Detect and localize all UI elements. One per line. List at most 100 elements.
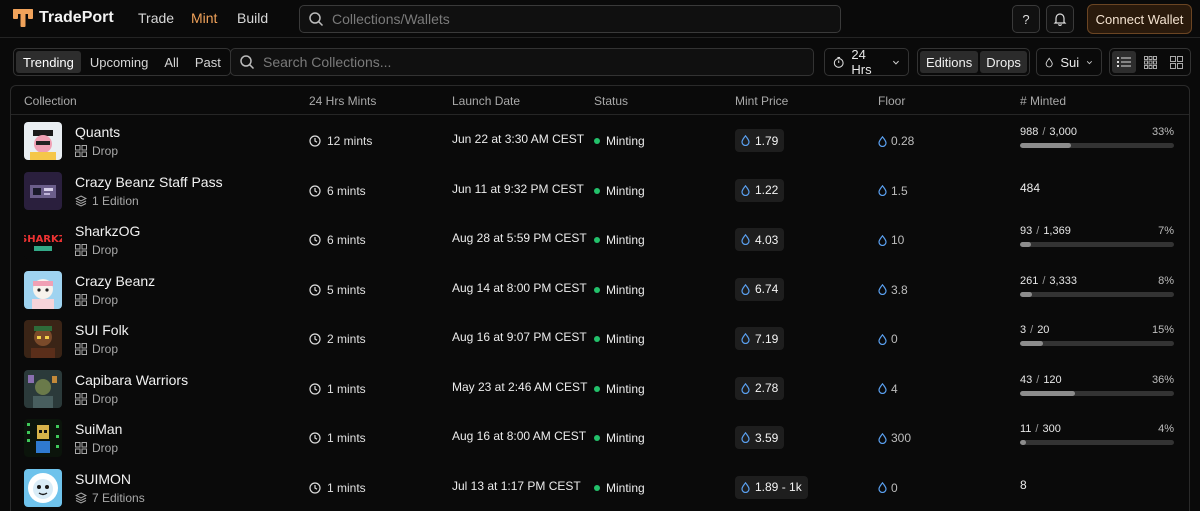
mints-24h-label: 2 mints bbox=[327, 332, 366, 346]
minted-percent: 15% bbox=[1151, 324, 1174, 336]
collection-name[interactable]: Crazy Beanz Staff Pass bbox=[75, 174, 223, 190]
sui-icon bbox=[878, 383, 887, 394]
minted-count: 261 bbox=[1020, 274, 1039, 287]
clock-icon bbox=[309, 432, 321, 444]
collection-name[interactable]: SuiMan bbox=[75, 421, 122, 437]
collection-type: 7 Editions bbox=[75, 491, 145, 505]
status-dot bbox=[594, 138, 600, 144]
mints-24h: 1 mints bbox=[309, 382, 366, 396]
floor-price: 3.8 bbox=[878, 283, 908, 297]
status-badge: Minting bbox=[594, 481, 645, 495]
sui-icon bbox=[878, 185, 887, 196]
nav-trade[interactable]: Trade bbox=[138, 10, 174, 26]
launch-date: Jul 13 at 1:17 PM CEST bbox=[452, 478, 581, 493]
table-row[interactable]: Crazy Beanz Drop 5 mints Aug 14 at 8:00 PM … bbox=[11, 265, 1189, 315]
floor-price-value: 4 bbox=[891, 381, 898, 396]
floor-price: 0 bbox=[878, 332, 898, 346]
top-nav: TradePort Trade Mint Build ? Connect Wal… bbox=[0, 0, 1200, 38]
header-minted[interactable]: # Minted bbox=[1020, 94, 1066, 108]
collection-search[interactable] bbox=[230, 48, 814, 76]
sui-icon bbox=[741, 283, 750, 295]
collection-name[interactable]: SharkzOG bbox=[75, 223, 140, 239]
header-price[interactable]: Mint Price bbox=[735, 94, 788, 108]
editions-toggle[interactable]: Editions bbox=[920, 51, 979, 73]
floor-price-value: 1.5 bbox=[891, 183, 908, 198]
minted-progress-fill bbox=[1020, 440, 1027, 445]
tab-all[interactable]: All bbox=[157, 51, 185, 73]
status-badge: Minting bbox=[594, 382, 645, 396]
table-row[interactable]: SuiMan Drop 1 mints Aug 16 at 8:00 AM CEST M… bbox=[11, 413, 1189, 463]
drops-toggle[interactable]: Drops bbox=[980, 51, 1027, 73]
tradeport-logo-icon bbox=[13, 9, 33, 27]
status-dot bbox=[594, 385, 600, 392]
mint-price: 6.74 bbox=[735, 277, 785, 301]
sui-icon bbox=[878, 135, 887, 147]
collection-thumbnail[interactable] bbox=[24, 419, 62, 457]
minted-progress-text: 261/3,333 bbox=[1020, 275, 1077, 287]
mints-24h-label: 1 mints bbox=[327, 480, 366, 495]
header-mints[interactable]: 24 Hrs Mints bbox=[309, 94, 376, 108]
table-row[interactable]: Capibara Warriors Drop 1 mints May 23 at 2:… bbox=[11, 364, 1189, 414]
minted-supply: 3,000 bbox=[1049, 126, 1077, 138]
large-grid-view-button[interactable] bbox=[1164, 51, 1188, 73]
grid-small-icon bbox=[1169, 55, 1183, 69]
collection-search-input[interactable] bbox=[263, 54, 743, 70]
nav-mint[interactable]: Mint bbox=[191, 10, 217, 26]
list-view-button[interactable] bbox=[1112, 51, 1136, 73]
grid-view-button[interactable] bbox=[1138, 51, 1162, 73]
mint-price-value: 6.74 bbox=[755, 282, 779, 296]
tab-past[interactable]: Past bbox=[188, 51, 228, 73]
collection-thumbnail[interactable] bbox=[24, 270, 62, 309]
search-icon bbox=[309, 12, 324, 27]
timeframe-dropdown[interactable]: 24 Hrs bbox=[824, 47, 909, 77]
collection-thumbnail[interactable] bbox=[24, 171, 62, 210]
global-search-input[interactable] bbox=[332, 11, 812, 27]
minted-progress-text: 988/3,000 bbox=[1020, 126, 1077, 138]
status-dot bbox=[594, 286, 600, 293]
collection-thumbnail[interactable] bbox=[24, 369, 62, 408]
clock-icon bbox=[309, 283, 321, 296]
mints-24h-label: 5 mints bbox=[327, 282, 366, 297]
minted-progress-bar bbox=[1020, 291, 1174, 297]
collection-name[interactable]: Quants bbox=[75, 124, 120, 140]
collection-thumbnail[interactable] bbox=[24, 320, 62, 358]
collection-thumbnail[interactable]: SHARKZ bbox=[24, 221, 62, 259]
collection-type-label: 7 Editions bbox=[92, 490, 145, 505]
sui-icon bbox=[741, 432, 750, 443]
mint-price: 1.89 - 1k bbox=[735, 475, 808, 499]
table-row[interactable]: SUIMON 7 Editions 1 mints Jul 13 at 1:17 PM… bbox=[11, 463, 1189, 511]
minted-supply: 3,333 bbox=[1049, 274, 1077, 287]
help-button[interactable]: ? bbox=[1012, 5, 1040, 33]
mint-table: Collection 24 Hrs Mints Launch Date Stat… bbox=[10, 85, 1190, 511]
tab-upcoming[interactable]: Upcoming bbox=[83, 51, 156, 73]
collection-type-label: Drop bbox=[92, 292, 119, 307]
collection-name[interactable]: SUIMON bbox=[75, 471, 131, 487]
notifications-button[interactable] bbox=[1046, 5, 1074, 33]
collection-thumbnail[interactable] bbox=[24, 122, 62, 160]
mint-price: 1.79 bbox=[735, 129, 785, 152]
tab-trending[interactable]: Trending bbox=[16, 51, 81, 73]
sui-icon bbox=[878, 432, 887, 444]
header-launch[interactable]: Launch Date bbox=[452, 94, 520, 108]
header-status[interactable]: Status bbox=[594, 94, 628, 108]
table-row[interactable]: SUI Folk Drop 2 mints Aug 16 at 9:07 PM CES… bbox=[11, 314, 1189, 364]
connect-wallet-button[interactable]: Connect Wallet bbox=[1087, 4, 1192, 34]
mints-24h: 12 mints bbox=[309, 134, 372, 148]
logo[interactable]: TradePort bbox=[13, 8, 114, 28]
collection-name[interactable]: Capibara Warriors bbox=[75, 372, 188, 388]
launch-date: Jun 11 at 9:32 PM CEST bbox=[452, 181, 584, 196]
global-search[interactable] bbox=[299, 5, 841, 33]
minted-supply: 1,369 bbox=[1043, 225, 1071, 237]
chain-dropdown[interactable]: Sui bbox=[1036, 48, 1102, 76]
collection-name[interactable]: SUI Folk bbox=[75, 322, 129, 338]
header-collection[interactable]: Collection bbox=[24, 94, 77, 108]
table-row[interactable]: SHARKZ SharkzOG Drop 6 mints Aug 28 at 5:59 … bbox=[11, 215, 1189, 265]
nav-build[interactable]: Build bbox=[237, 10, 268, 26]
collection-thumbnail[interactable] bbox=[24, 468, 62, 507]
collection-name[interactable]: Crazy Beanz bbox=[75, 273, 155, 289]
minted-progress-bar bbox=[1020, 341, 1174, 346]
table-row[interactable]: Quants Drop 12 mints Jun 22 at 3:30 AM CEST… bbox=[11, 116, 1189, 166]
table-row[interactable]: Crazy Beanz Staff Pass 1 Edition 6 mints Ju… bbox=[11, 166, 1189, 216]
header-floor[interactable]: Floor bbox=[878, 94, 905, 108]
search-icon bbox=[240, 55, 255, 70]
